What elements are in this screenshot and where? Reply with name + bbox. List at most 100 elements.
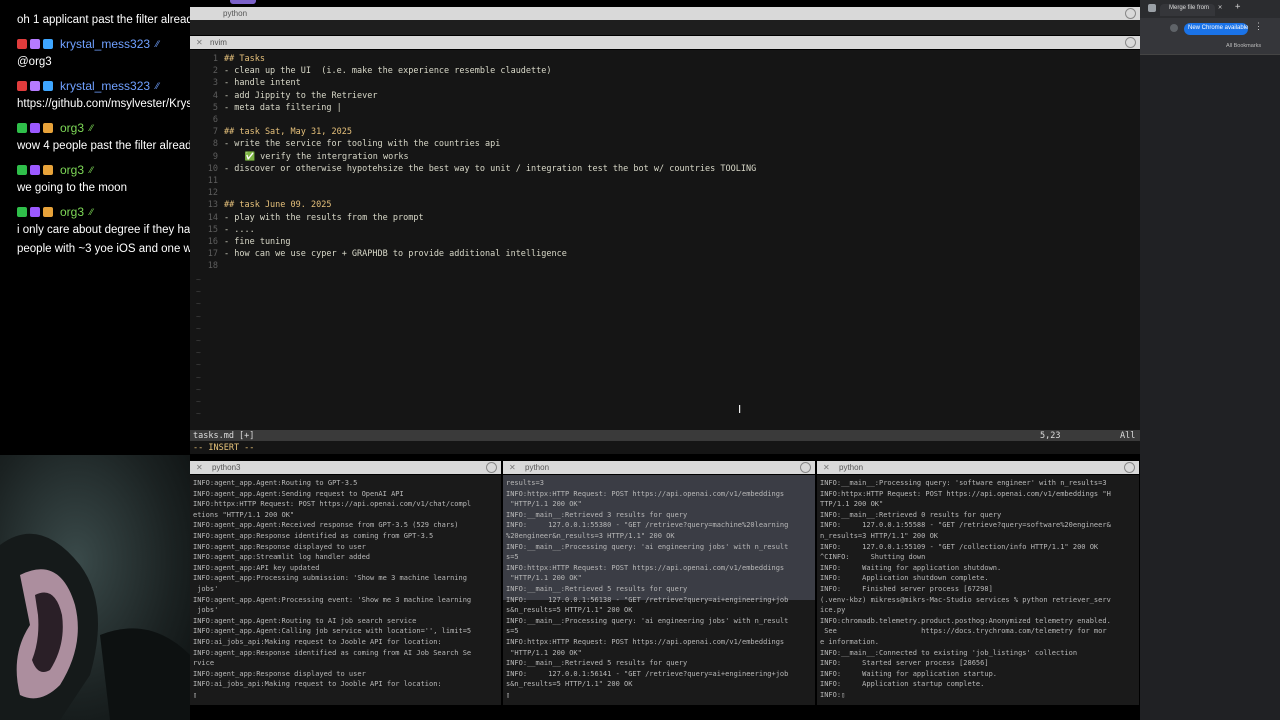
line-number: 5	[212, 102, 218, 113]
close-icon[interactable]: ✕	[823, 463, 830, 472]
nvim-titlebar[interactable]: ✕ nvim	[190, 36, 1140, 49]
chat-message-text: @org3	[17, 56, 52, 68]
top-window-strip	[190, 20, 1140, 35]
close-icon[interactable]: ✕	[196, 38, 203, 47]
terminal-pane[interactable]: INFO:__main__:Processing query: 'softwar…	[817, 475, 1139, 705]
code-line[interactable]: ## task June 09. 2025	[224, 200, 331, 210]
terminal-output-line: rvice	[193, 659, 215, 668]
code-line[interactable]: - write the service for tooling with the…	[224, 139, 500, 149]
chat-badge-icon	[30, 81, 40, 91]
chat-username-row: krystal_mess323 ⁄⁄	[17, 79, 159, 93]
terminal-titlebar[interactable]: ✕ python	[503, 461, 815, 474]
new-tab-icon[interactable]: +	[1235, 2, 1240, 12]
kebab-menu-icon[interactable]: ⋮	[1254, 22, 1263, 32]
code-line[interactable]: - play with the results from the prompt	[224, 213, 424, 223]
empty-line-tilde: ~	[196, 323, 201, 333]
line-number: 13	[207, 200, 218, 211]
terminal-output-line: INFO:__main__:Processing query: 'ai engi…	[506, 616, 789, 625]
code-line[interactable]: ## task Sat, May 31, 2025	[224, 127, 352, 137]
profile-avatar-icon[interactable]	[1170, 24, 1178, 32]
line-number: 3	[212, 78, 218, 89]
chat-username: org3	[60, 121, 85, 135]
line-number: 12	[207, 188, 218, 199]
line-number: 14	[207, 212, 218, 223]
code-line[interactable]: - handle intent	[224, 78, 301, 88]
line-number: 7	[212, 127, 218, 138]
nvim-modeline: -- INSERT --	[190, 441, 1140, 454]
code-line[interactable]: - discover or otherwise hypotehsize the …	[224, 164, 756, 174]
terminal-output-line: INFO:__main__:Retrieved 5 results for qu…	[506, 585, 688, 593]
terminal-pane[interactable]: results=3 INFO:httpx:HTTP Request: POST h…	[503, 475, 815, 705]
chat-message-text: people with ~3 yoe iOS and one with <1 Y…	[17, 243, 190, 255]
window-menu-icon[interactable]	[1125, 8, 1136, 19]
chat-username-row: org3 ⁄⁄	[17, 205, 93, 219]
close-icon[interactable]: ✕	[509, 463, 516, 472]
terminal-output-line: INFO:__main__:Processing query: 'ai engi…	[506, 542, 789, 551]
window-menu-icon[interactable]	[1124, 462, 1135, 473]
terminal-output-line: INFO:httpx:HTTP Request: POST https://ap…	[506, 638, 785, 646]
line-number: 8	[212, 139, 218, 150]
terminal-output-line: INFO: 127.0.0.1:55588 - "GET /retrieve?q…	[820, 521, 1111, 530]
chat-username-row: krystal_mess323 ⁄⁄	[17, 37, 159, 51]
chat-badge-icon	[17, 81, 27, 91]
empty-line-tilde: ~	[196, 372, 201, 382]
terminal-output-line: "HTTP/1.1 200 OK"	[506, 574, 582, 583]
terminal-output-line: INFO:__main__:Retrieved 0 results for qu…	[820, 510, 1002, 519]
terminal-output-line: INFO:▯	[820, 691, 846, 699]
app-grid-icon[interactable]	[1148, 4, 1156, 12]
terminal-output-line: INFO: 127.0.0.1:55109 - "GET /collection…	[820, 542, 1099, 551]
terminal-output-line: TTP/1.1 200 OK"	[820, 500, 884, 509]
chat-badge-icon	[43, 39, 53, 49]
terminal-output-line: INFO: Application startup complete.	[820, 680, 985, 689]
chat-badge-icon	[17, 165, 27, 175]
code-line[interactable]: - how can we use cyper + GRAPHDB to prov…	[224, 249, 567, 259]
chat-message-text: https://github.com/msylvester/KrystalBal…	[17, 98, 190, 110]
window-menu-icon[interactable]	[486, 462, 497, 473]
terminal-output-line: s&n_results=5 HTTP/1.1" 200 OK	[506, 606, 633, 615]
all-bookmarks-label[interactable]: All Bookmarks	[1226, 43, 1261, 49]
update-chrome-label: New Chrome available	[1188, 25, 1249, 31]
terminal-output-line: (.venv-kbz) mikress@mikrs-Mac-Studio ser…	[820, 595, 1111, 604]
chat-message-text: wow 4 people past the filter already	[17, 140, 190, 152]
window-menu-icon[interactable]	[800, 462, 811, 473]
insert-mode-indicator: -- INSERT --	[193, 443, 255, 453]
chat-username-row: org3 ⁄⁄	[17, 163, 93, 177]
terminal-output-line: INFO:agent_app:API key updated	[193, 563, 320, 572]
terminal-titlebar[interactable]: ✕ python3	[190, 461, 501, 474]
top-window-titlebar[interactable]: python	[190, 7, 1140, 20]
terminal-output-line: INFO: Started server process [28656]	[820, 659, 989, 668]
code-line[interactable]: - fine tuning	[224, 237, 291, 247]
empty-line-tilde: ~	[196, 348, 201, 358]
terminal-output-line: INFO: Waiting for application shutdown.	[820, 563, 1002, 572]
code-line[interactable]: - add Jippity to the Retriever	[224, 91, 378, 101]
code-line[interactable]: - clean up the UI (i.e. make the experie…	[224, 66, 552, 76]
chat-badge-icon	[17, 123, 27, 133]
terminal-output-line: INFO:agent_app:Streamlit log handler add…	[193, 553, 371, 562]
tilde-gutter: ~ ~ ~ ~ ~ ~ ~ ~ ~ ~ ~ ~	[196, 275, 206, 425]
line-number: 16	[207, 237, 218, 247]
code-line[interactable]: - meta data filtering |	[224, 103, 342, 113]
terminal-title: python3	[212, 463, 241, 472]
terminal-output-line: INFO:agent_app.Agent:Routing to AI job s…	[193, 616, 417, 625]
terminal-output-line: INFO: Application shutdown complete.	[820, 574, 989, 583]
tab-close-icon[interactable]: ✕	[1218, 3, 1222, 11]
terminal-output-line: INFO:httpx:HTTP Request: POST https://ap…	[506, 489, 785, 498]
terminal-output-line: s=5	[506, 627, 519, 636]
terminal-output-line: See https://docs.trychroma.com/telemetry…	[820, 627, 1107, 636]
terminal-output-line: INFO:agent_app.Agent:Sending request to …	[193, 489, 404, 498]
terminal-titlebar[interactable]: ✕ python	[817, 461, 1139, 474]
close-icon[interactable]: ✕	[196, 463, 203, 472]
terminal-output-line: INFO:__main__:Retrieved 5 results for qu…	[506, 659, 688, 668]
empty-line-tilde: ~	[196, 299, 201, 309]
window-menu-icon[interactable]	[1125, 37, 1136, 48]
chat-badge-icon	[43, 123, 53, 133]
code-line[interactable]: ✅ verify the intergration works	[224, 152, 408, 162]
code-line[interactable]: ## Tasks	[224, 54, 265, 64]
terminal-output-line: INFO:__main__:Processing query: 'softwar…	[820, 479, 1107, 487]
terminal-output-line: INFO:agent_app.Agent:Processing event: '…	[193, 595, 472, 604]
chrome-tabstrip: Merge file from ✕ +	[1140, 0, 1280, 18]
code-line[interactable]: - ....	[224, 225, 255, 235]
terminal-pane[interactable]: INFO:agent_app.Agent:Routing to GPT-3.5 I…	[190, 475, 501, 705]
terminal-output-line: INFO:agent_app:Response displayed to use…	[193, 542, 366, 551]
chat-slash-icon: ⁄⁄	[90, 165, 94, 175]
